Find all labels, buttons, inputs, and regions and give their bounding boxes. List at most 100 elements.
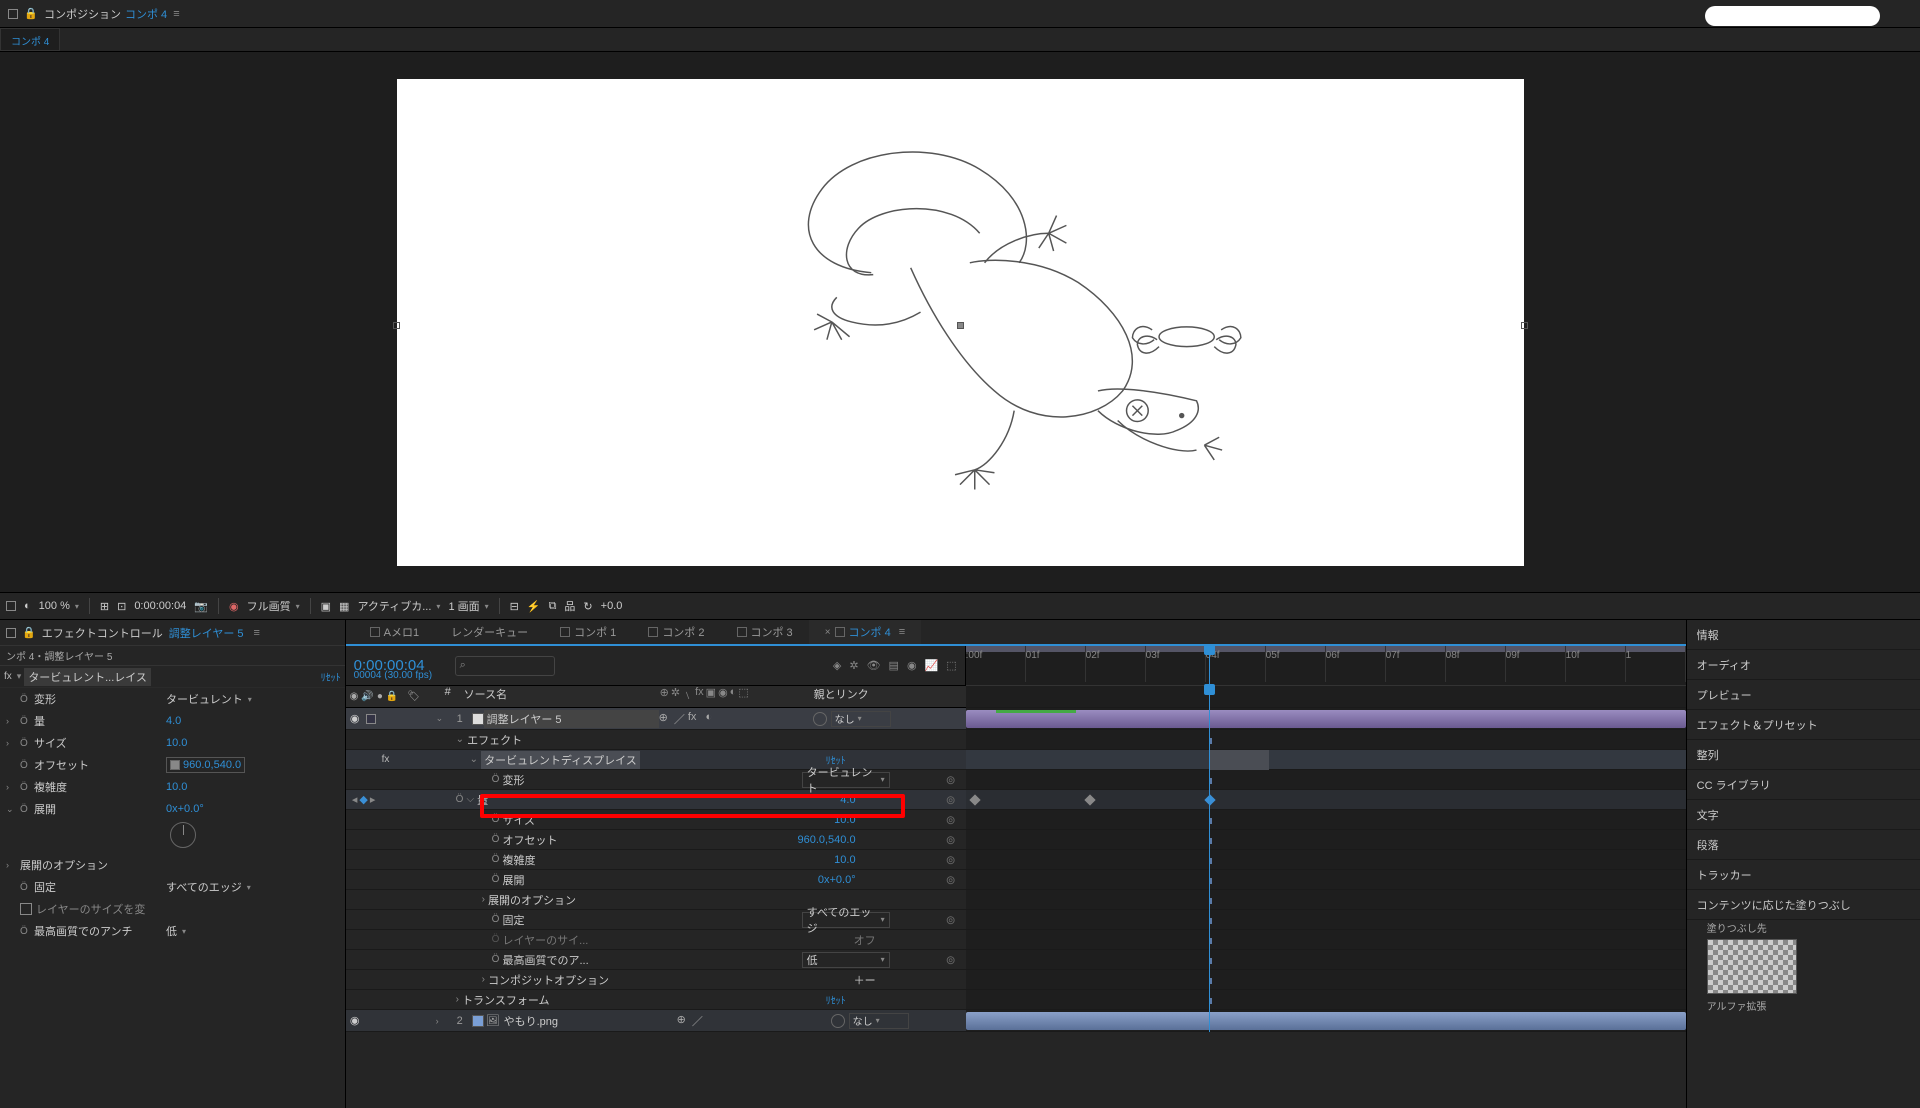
right-sidebar: 情報 オーディオ プレビュー エフェクト＆プリセット 整列 CC ライブラリ 文…: [1686, 620, 1920, 1108]
composition-tab[interactable]: コンポ 4: [0, 28, 60, 51]
snapshot-icon[interactable]: 📷: [194, 600, 208, 613]
pickwhip-icon[interactable]: [813, 712, 827, 726]
transparency-icon[interactable]: ▦: [339, 600, 349, 613]
prop-deformation-dd[interactable]: タービュレント: [166, 691, 252, 707]
panel-effects-presets[interactable]: エフェクト＆プリセット: [1687, 710, 1920, 740]
reset-button[interactable]: ﾘｾｯﾄ: [321, 669, 341, 684]
panel-preview[interactable]: プレビュー: [1687, 680, 1920, 710]
tl-deformation-dd[interactable]: タービュレント: [802, 772, 890, 788]
panel-tracker[interactable]: トラッカー: [1687, 860, 1920, 890]
pixel-aspect-icon[interactable]: ⊟: [510, 600, 519, 613]
timeline-panel: Aメロ1 レンダーキュー コンポ 1 コンポ 2 コンポ 3 ×コンポ 4≡ 0…: [346, 620, 1686, 1108]
ec-breadcrumb[interactable]: ンポ 4・調整レイヤー 5: [0, 646, 345, 666]
fast-preview-icon[interactable]: ⚡: [527, 600, 541, 613]
frame-blend-icon[interactable]: ▤: [889, 659, 899, 672]
timeline-icon[interactable]: ⧉: [549, 600, 557, 613]
panel-grip-icon[interactable]: [8, 9, 18, 19]
tl-tab-comp1[interactable]: コンポ 1: [544, 620, 632, 644]
ec-title-prefix: エフェクトコントロール: [42, 625, 163, 641]
prop-offset-value[interactable]: 960.0,540.0: [166, 757, 245, 773]
parent-dropdown[interactable]: なし: [831, 711, 891, 727]
panel-character[interactable]: 文字: [1687, 800, 1920, 830]
prop-evolution-value[interactable]: 0x+0.0°: [166, 803, 204, 815]
lock-icon[interactable]: 🔒: [22, 626, 36, 639]
prop-pinning-dd[interactable]: すべてのエッジ: [166, 879, 251, 895]
header-prefix: コンポジション: [44, 6, 121, 22]
effect-controls-panel: 🔒 エフェクトコントロール 調整レイヤー 5 ≡ ンポ 4・調整レイヤー 5 f…: [0, 620, 346, 1108]
camera-dropdown[interactable]: アクティブカ...: [357, 598, 440, 614]
prop-aa-dd[interactable]: 低: [166, 923, 186, 939]
panel-align[interactable]: 整列: [1687, 740, 1920, 770]
graph-editor-icon[interactable]: 📈: [925, 659, 939, 672]
hide-shy-icon[interactable]: 👁: [867, 659, 881, 672]
tl-tab-amelo1[interactable]: Aメロ1: [354, 620, 435, 644]
prop-amount-value[interactable]: 4.0: [166, 715, 181, 727]
column-headers: ◉🔊●🔒🏷 # ソース名 ⊕✲﹨fx▣◉◐⬚ 親とリンク: [346, 686, 966, 708]
tl-tab-comp4[interactable]: ×コンポ 4≡: [809, 620, 921, 644]
motion-blur-icon[interactable]: ◉: [907, 659, 917, 672]
composition-viewer[interactable]: [0, 52, 1920, 592]
timecode-display[interactable]: 0:00:00:04: [134, 600, 186, 612]
reset-exposure-icon[interactable]: ↻: [583, 600, 592, 613]
effect-name[interactable]: タービュレント...レイス: [24, 668, 151, 686]
grid-snap-icon[interactable]: [6, 601, 16, 611]
prev-kf-icon[interactable]: ◂: [352, 793, 358, 806]
flowchart-icon[interactable]: 品: [564, 598, 575, 614]
panel-info[interactable]: 情報: [1687, 620, 1920, 650]
draft3d-icon[interactable]: ✲: [849, 659, 858, 672]
keyframe[interactable]: [969, 794, 980, 805]
next-kf-icon[interactable]: ▸: [370, 793, 376, 806]
fx-badge[interactable]: fx: [4, 671, 12, 682]
panel-grip-icon[interactable]: [6, 628, 16, 638]
exposure-value[interactable]: +0.0: [601, 600, 623, 612]
roi-icon[interactable]: ▣: [321, 600, 331, 613]
prop-complexity-value[interactable]: 10.0: [166, 781, 187, 793]
evolution-dial[interactable]: [170, 822, 196, 848]
zoom-dropdown[interactable]: 100 %: [39, 600, 79, 612]
tracks-area[interactable]: [966, 686, 1686, 1032]
panel-menu-icon[interactable]: ≡: [173, 8, 179, 20]
guides-icon[interactable]: ⊡: [117, 600, 126, 613]
fill-target-swatch[interactable]: [1707, 939, 1797, 994]
composition-canvas[interactable]: [397, 79, 1524, 566]
image-icon: 🖼: [486, 1014, 500, 1027]
views-dropdown[interactable]: 1 画面: [448, 598, 488, 614]
timeline-search[interactable]: ⌕: [455, 656, 555, 676]
expression-pickwhip-icon[interactable]: ⊚: [946, 773, 956, 787]
time-ruler[interactable]: :00f01f02f03f04f05f06f07f08f09f10f1: [966, 646, 1686, 686]
playhead[interactable]: [1209, 646, 1210, 685]
layer1-bar[interactable]: [966, 710, 1686, 728]
color-mgmt-icon[interactable]: ◉: [229, 600, 239, 613]
viewer-toolbar: ◐ 100 % ⊞ ⊡ 0:00:00:04 📷 ◉ フル画質 ▣ ▦ アクティ…: [0, 592, 1920, 620]
timeline-tabs: Aメロ1 レンダーキュー コンポ 1 コンポ 2 コンポ 3 ×コンポ 4≡: [346, 620, 1686, 646]
eye-col-icon: ◉: [350, 691, 359, 702]
header-comp-link[interactable]: コンポ 4: [125, 6, 167, 22]
comp-mini-flowchart-icon[interactable]: ◈: [833, 659, 841, 672]
keyframe[interactable]: [1204, 794, 1215, 805]
add-kf-icon[interactable]: ◆: [359, 793, 367, 806]
tl-amount-value[interactable]: 4.0: [840, 794, 855, 806]
visibility-toggle[interactable]: ◉: [346, 712, 364, 725]
panel-audio[interactable]: オーディオ: [1687, 650, 1920, 680]
tl-tab-renderqueue[interactable]: レンダーキュー: [435, 620, 544, 644]
quality-dropdown[interactable]: フル画質: [247, 598, 300, 614]
keyframe[interactable]: [1084, 794, 1095, 805]
panel-menu-icon[interactable]: ≡: [254, 627, 260, 639]
panel-paragraph[interactable]: 段落: [1687, 830, 1920, 860]
tl-tab-comp3[interactable]: コンポ 3: [721, 620, 809, 644]
dock-icon[interactable]: ⬚: [946, 659, 956, 672]
prop-size-value[interactable]: 10.0: [166, 737, 187, 749]
res-icon[interactable]: ⊞: [100, 600, 109, 613]
ec-title-layer[interactable]: 調整レイヤー 5: [169, 625, 244, 641]
collapse-caret[interactable]: ▾: [17, 671, 22, 682]
layer-row-2[interactable]: ◉ › 2 🖼 やもり.png ⊕／ なし: [346, 1010, 966, 1032]
composition-header: 🔒 コンポジション コンポ 4 ≡: [0, 0, 1920, 28]
panel-content-aware-fill[interactable]: コンテンツに応じた塗りつぶし: [1687, 890, 1920, 920]
layer-row-1[interactable]: ◉ ⌄ 1 調整レイヤー 5 ⊕／fx◐ なし: [346, 708, 966, 730]
lock-icon[interactable]: 🔒: [24, 7, 38, 21]
mask-icon[interactable]: ◐: [24, 600, 31, 612]
tl-tab-comp2[interactable]: コンポ 2: [632, 620, 720, 644]
panel-cc-libraries[interactable]: CC ライブラリ: [1687, 770, 1920, 800]
current-frame: 00004 (30.00 fps): [354, 670, 432, 681]
layer2-bar[interactable]: [966, 1012, 1686, 1030]
